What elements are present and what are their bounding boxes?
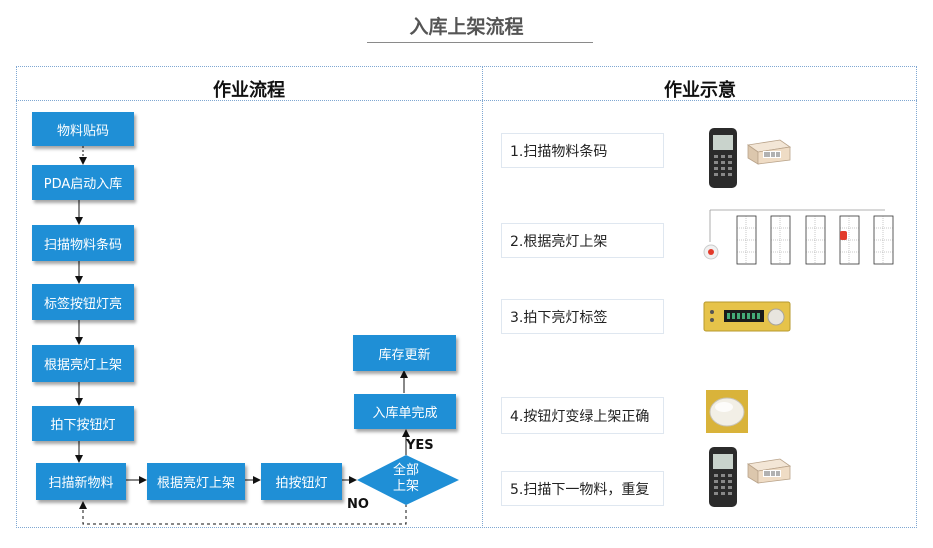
pda-scanner-icon-2 (709, 447, 737, 507)
barcode-box-icon (746, 139, 792, 165)
pda-scanner-icon (709, 128, 737, 188)
illustrations (703, 128, 894, 507)
button-light-icon (706, 390, 748, 433)
light-tag-icon (703, 301, 791, 332)
barcode-box-icon-2 (746, 458, 792, 484)
light-shelf-icon (703, 209, 894, 265)
